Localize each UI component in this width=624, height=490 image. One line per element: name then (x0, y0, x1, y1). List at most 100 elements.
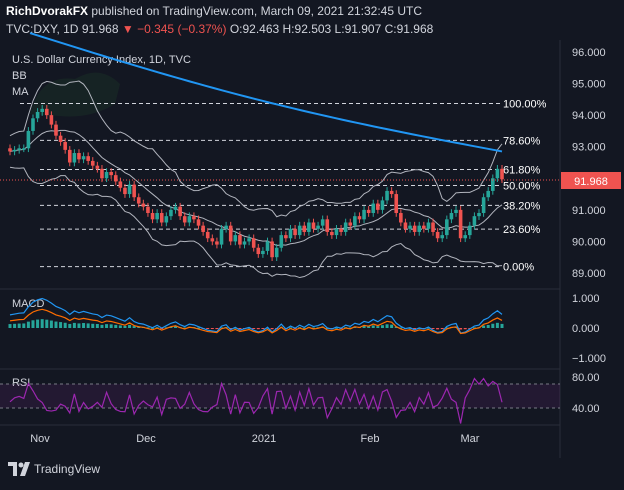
macd-histogram-bar (109, 324, 113, 328)
macd-histogram-bar (86, 323, 90, 328)
macd-histogram-bar (26, 321, 30, 328)
candle-body (376, 203, 380, 210)
fibonacci-retracement[interactable]: 100.00% 78.60% 61.80% 50.00% 38.20% 23.60% 0.0… (20, 98, 547, 274)
rsi-axis-label: 80.00 (572, 372, 600, 384)
candle-body (242, 241, 247, 245)
candle-body (380, 200, 385, 210)
macd-histogram-bar (13, 323, 17, 328)
candle-body (210, 238, 215, 242)
candle-body (445, 219, 449, 236)
candle-body (132, 184, 136, 198)
macd-histogram-bar (91, 323, 95, 328)
candle-body (265, 241, 270, 251)
candlesticks[interactable] (8, 105, 504, 262)
macd-histogram-bar (100, 324, 104, 328)
candle-body (481, 197, 486, 214)
candle-body (49, 115, 54, 125)
macd-histogram-bar (54, 321, 58, 328)
chart-canvas[interactable]: 100.00% 78.60% 61.80% 50.00% 38.20% 23.60% 0.0… (0, 0, 624, 458)
candle-body (118, 181, 123, 188)
candle-body (159, 213, 164, 223)
macd-histogram-bar (82, 323, 86, 328)
candle-body (330, 231, 334, 236)
candle-body (362, 209, 366, 220)
candle-body (500, 168, 504, 180)
candle-body (141, 203, 146, 207)
candle-body (224, 225, 228, 229)
tradingview-logo[interactable]: TradingView (8, 462, 100, 476)
candle-body (357, 216, 362, 220)
candle-body (95, 165, 100, 169)
candle-body (463, 235, 468, 239)
candle-body (389, 190, 394, 195)
macd-histogram-bar (376, 326, 380, 328)
candle-body (58, 135, 63, 142)
candle-body (182, 216, 187, 223)
candle-body (307, 222, 311, 232)
macd-histogram-bar (68, 323, 72, 328)
fib-level-label: 61.80% (503, 164, 541, 176)
macd-histogram-bar (36, 319, 40, 328)
macd-histogram-bar (390, 324, 394, 328)
candle-body (104, 171, 109, 179)
candle-body (297, 225, 302, 236)
candle-body (40, 108, 44, 112)
candle-body (293, 228, 297, 236)
candle-body (146, 206, 150, 214)
candle-body (274, 247, 279, 258)
candle-body (477, 213, 481, 217)
candle-body (192, 216, 196, 220)
price-axis-label: 93.000 (572, 142, 606, 154)
candle-body (284, 235, 288, 239)
macd-axis-label: 1.000 (572, 293, 600, 305)
macd-histogram-bar (256, 328, 260, 330)
macd-histogram-bar (371, 325, 375, 328)
candle-body (21, 148, 26, 150)
macd-histogram-bar (45, 319, 49, 328)
tradingview-brand: TradingView (34, 462, 101, 476)
macd-histogram-bar (380, 325, 384, 328)
macd-histogram-bar (459, 328, 463, 330)
candle-body (334, 228, 339, 236)
macd-histogram-bar (270, 328, 274, 330)
macd-histogram-bar (123, 325, 127, 328)
candle-body (31, 118, 35, 131)
price-axis-label: 96.000 (572, 47, 606, 59)
price-axis-label: 91.000 (572, 205, 606, 217)
candle-body (201, 225, 205, 232)
macd-series (8, 297, 504, 335)
fib-level-label: 78.60% (503, 135, 541, 147)
macd-histogram-bar (463, 328, 467, 330)
candle-body (472, 216, 477, 226)
candle-body (371, 203, 376, 214)
price-axis-label: 89.000 (572, 268, 606, 280)
candle-body (454, 209, 458, 214)
fib-level-label: 0.00% (503, 262, 534, 274)
macd-histogram-bar (72, 322, 76, 328)
macd-histogram-bar (495, 322, 499, 328)
candle-body (302, 225, 307, 232)
candle-body (261, 250, 265, 255)
macd-histogram-bar (261, 328, 265, 329)
macd-signal-line (9, 308, 503, 335)
macd-histogram-bar (486, 324, 490, 328)
macd-histogram-bar (17, 323, 21, 328)
candle-body (72, 153, 77, 163)
candle-body (320, 219, 325, 226)
candle-body (435, 231, 440, 239)
candle-body (17, 148, 21, 150)
macd-histogram-bar (77, 323, 81, 328)
candle-body (399, 213, 403, 223)
candle-body (123, 187, 127, 195)
macd-histogram-bar (118, 325, 122, 328)
macd-histogram-bar (128, 324, 132, 328)
candle-body (150, 213, 155, 220)
price-axis-label: 95.000 (572, 79, 606, 91)
macd-axis-label: −1.000 (572, 353, 606, 365)
candle-body (270, 241, 274, 258)
candle-body (279, 235, 284, 248)
time-axis-label: Feb (361, 433, 380, 445)
last-price-badge-text: 91.968 (574, 176, 608, 188)
candle-body (426, 222, 431, 229)
candle-body (495, 168, 500, 179)
